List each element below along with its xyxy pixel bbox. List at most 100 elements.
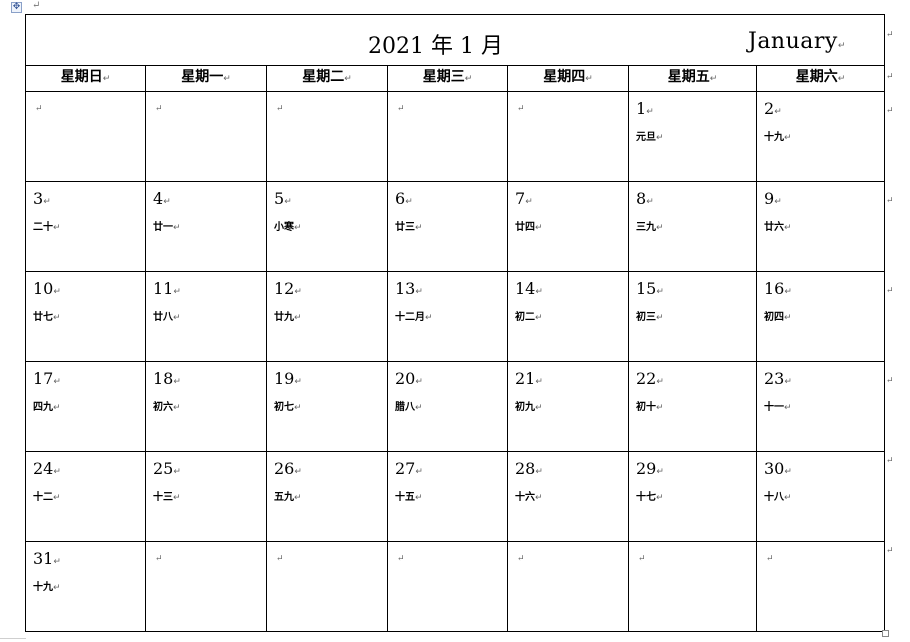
day-number: 25↵ bbox=[153, 459, 181, 478]
lunar-date: 初四↵ bbox=[764, 312, 792, 323]
lunar-date: 十一↵ bbox=[764, 402, 792, 413]
day-number: 31↵ bbox=[33, 549, 61, 568]
day-cell[interactable]: ↵ bbox=[145, 91, 267, 182]
lunar-date: 十三↵ bbox=[153, 492, 181, 503]
day-cell[interactable]: 17↵ 四九↵ bbox=[25, 361, 146, 452]
day-cell[interactable]: 20↵ 腊八↵ bbox=[387, 361, 508, 452]
weekday-header[interactable]: 星期四↵ bbox=[507, 65, 629, 92]
day-cell[interactable]: 21↵ 初九↵ bbox=[507, 361, 629, 452]
lunar-date: 初六↵ bbox=[153, 402, 181, 413]
weekday-header[interactable]: 星期日↵ bbox=[25, 65, 146, 92]
day-cell[interactable]: 9↵ 廿六↵ bbox=[755, 181, 886, 272]
day-cell[interactable]: 28↵ 十六↵ bbox=[507, 451, 629, 542]
day-cell[interactable]: 4↵ 廿一↵ bbox=[145, 181, 267, 272]
weekday-label: 星期四 bbox=[543, 69, 586, 85]
day-cell[interactable]: ↵ bbox=[507, 541, 629, 632]
row-end-mark: ↵ bbox=[886, 30, 894, 40]
week-row: ↵ ↵ ↵ ↵ ↵ 1↵ 元旦↵ 2↵ 十九↵ bbox=[25, 91, 886, 182]
lunar-date: 十九↵ bbox=[764, 132, 792, 143]
day-number: 27↵ bbox=[395, 459, 423, 478]
paragraph-mark: ↵ bbox=[709, 74, 718, 84]
lunar-date: 廿八↵ bbox=[153, 312, 181, 323]
day-number: 15↵ bbox=[636, 279, 664, 298]
day-number: 8↵ bbox=[636, 189, 654, 208]
day-cell[interactable]: 10↵ 廿七↵ bbox=[25, 271, 146, 362]
paragraph-mark: ↵ bbox=[102, 74, 111, 84]
row-end-mark: ↵ bbox=[886, 106, 894, 116]
page-edge-rule bbox=[0, 638, 26, 639]
table-move-handle-icon[interactable]: ✥ bbox=[11, 2, 22, 13]
day-number: 1↵ bbox=[636, 99, 654, 118]
day-number: 26↵ bbox=[274, 459, 302, 478]
day-cell[interactable]: 25↵ 十三↵ bbox=[145, 451, 267, 542]
day-number: 2↵ bbox=[764, 99, 782, 118]
day-cell[interactable]: 5↵ 小寒↵ bbox=[266, 181, 388, 272]
day-cell[interactable]: 8↵ 三九↵ bbox=[628, 181, 757, 272]
lunar-date: 十九↵ bbox=[33, 582, 61, 593]
day-cell[interactable]: ↵ bbox=[145, 541, 267, 632]
day-cell[interactable]: 14↵ 初二↵ bbox=[507, 271, 629, 362]
day-cell[interactable]: 23↵ 十一↵ bbox=[755, 361, 886, 452]
day-cell[interactable]: 31↵ 十九↵ bbox=[25, 541, 146, 632]
lunar-date: 三九↵ bbox=[636, 222, 664, 233]
calendar-title-cell[interactable]: 2021 年 1 月 January↵ bbox=[24, 14, 886, 66]
weekday-header[interactable]: 星期一↵ bbox=[145, 65, 267, 92]
day-number: 19↵ bbox=[274, 369, 302, 388]
weekday-header[interactable]: 星期五↵ bbox=[628, 65, 757, 92]
day-cell[interactable]: 27↵ 十五↵ bbox=[387, 451, 508, 542]
day-cell[interactable]: 1↵ 元旦↵ bbox=[628, 91, 757, 182]
day-cell[interactable]: 11↵ 廿八↵ bbox=[145, 271, 267, 362]
day-cell[interactable]: 19↵ 初七↵ bbox=[266, 361, 388, 452]
lunar-date: 四九↵ bbox=[33, 402, 61, 413]
paragraph-mark: ↵ bbox=[155, 554, 163, 564]
day-cell[interactable]: ↵ bbox=[507, 91, 629, 182]
day-cell[interactable]: 6↵ 廿三↵ bbox=[387, 181, 508, 272]
calendar-month-english: January↵ bbox=[748, 29, 846, 54]
day-number: 10↵ bbox=[33, 279, 61, 298]
lunar-date: 初九↵ bbox=[515, 402, 543, 413]
day-cell[interactable]: 22↵ 初十↵ bbox=[628, 361, 757, 452]
lunar-date: 初十↵ bbox=[636, 402, 664, 413]
day-number: 4↵ bbox=[153, 189, 171, 208]
day-cell[interactable]: 24↵ 十二↵ bbox=[25, 451, 146, 542]
day-cell[interactable]: ↵ bbox=[755, 541, 886, 632]
day-cell[interactable]: 29↵ 十七↵ bbox=[628, 451, 757, 542]
weekday-label: 星期五 bbox=[667, 69, 710, 85]
day-cell[interactable]: ↵ bbox=[387, 541, 508, 632]
day-number: 22↵ bbox=[636, 369, 664, 388]
day-cell[interactable]: 3↵ 二十↵ bbox=[25, 181, 146, 272]
lunar-date: 小寒↵ bbox=[274, 222, 302, 233]
lunar-date: 廿一↵ bbox=[153, 222, 181, 233]
day-cell[interactable]: ↵ bbox=[628, 541, 757, 632]
calendar-title-row: 2021 年 1 月 January↵ bbox=[24, 14, 886, 66]
day-cell[interactable]: 12↵ 廿九↵ bbox=[266, 271, 388, 362]
lunar-date: 廿三↵ bbox=[395, 222, 423, 233]
paragraph-mark: ↵ bbox=[276, 104, 284, 114]
day-cell[interactable]: 16↵ 初四↵ bbox=[755, 271, 886, 362]
table-resize-handle[interactable] bbox=[882, 630, 889, 637]
lunar-date: 廿九↵ bbox=[274, 312, 302, 323]
day-cell[interactable]: 18↵ 初六↵ bbox=[145, 361, 267, 452]
week-row: 3↵ 二十↵ 4↵ 廿一↵ 5↵ 小寒↵ 6↵ 廿三↵ 7↵ 廿四↵ 8↵ 三九↵ 9↵ 廿六↵ bbox=[25, 181, 886, 272]
weekday-header[interactable]: 星期六↵ bbox=[755, 65, 886, 92]
lunar-date: 廿七↵ bbox=[33, 312, 61, 323]
day-cell[interactable]: 15↵ 初三↵ bbox=[628, 271, 757, 362]
day-cell[interactable]: ↵ bbox=[25, 91, 146, 182]
weekday-header[interactable]: 星期二↵ bbox=[266, 65, 388, 92]
day-cell[interactable]: ↵ bbox=[387, 91, 508, 182]
day-cell[interactable]: ↵ bbox=[266, 91, 388, 182]
day-cell[interactable]: 26↵ 五九↵ bbox=[266, 451, 388, 542]
calendar-table: 2021 年 1 月 January↵ 星期日↵ 星期一↵ 星期二↵ 星期三↵ 星期四↵… bbox=[24, 14, 886, 632]
row-end-mark: ↵ bbox=[886, 546, 894, 556]
day-cell[interactable]: 13↵ 十二月↵ bbox=[387, 271, 508, 362]
day-cell[interactable]: ↵ bbox=[266, 541, 388, 632]
day-cell[interactable]: 7↵ 廿四↵ bbox=[507, 181, 629, 272]
weekday-label: 星期三 bbox=[422, 69, 465, 85]
day-number: 14↵ bbox=[515, 279, 543, 298]
weekday-header[interactable]: 星期三↵ bbox=[387, 65, 508, 92]
day-cell[interactable]: 30↵ 十八↵ bbox=[755, 451, 886, 542]
paragraph-mark: ↵ bbox=[464, 74, 473, 84]
paragraph-mark: ↵ bbox=[35, 104, 43, 114]
lunar-date: 十二↵ bbox=[33, 492, 61, 503]
day-cell[interactable]: 2↵ 十九↵ bbox=[755, 91, 886, 182]
